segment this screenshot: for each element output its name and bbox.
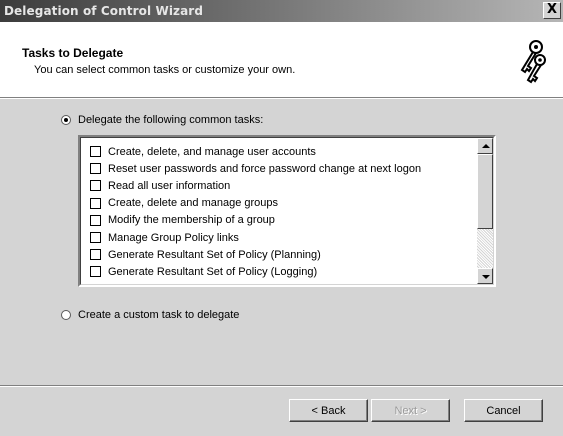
- cancel-button[interactable]: Cancel: [464, 399, 543, 422]
- title-bar[interactable]: Delegation of Control Wizard X: [0, 0, 563, 22]
- task-label: Create, delete, and manage user accounts: [108, 145, 316, 158]
- next-button-label: Next >: [394, 404, 427, 417]
- footer-separator: [0, 385, 563, 387]
- task-listbox-frame: Create, delete, and manage user accounts…: [80, 137, 494, 285]
- page-title: Tasks to Delegate: [22, 46, 124, 60]
- radio-button-selected[interactable]: [61, 115, 71, 125]
- task-list-scrollbar[interactable]: [477, 138, 493, 284]
- task-label: Generate Resultant Set of Policy (Planni…: [108, 248, 321, 261]
- radio-custom-task[interactable]: Create a custom task to delegate: [61, 309, 239, 321]
- radio-button-unselected[interactable]: [61, 310, 71, 320]
- task-label: Read all user information: [108, 179, 231, 192]
- task-label: Reset user passwords and force password …: [108, 162, 422, 175]
- task-item[interactable]: Reset user passwords and force password …: [90, 160, 475, 177]
- arrow-up-icon: [482, 144, 490, 148]
- task-item[interactable]: Generate Resultant Set of Policy (Planni…: [90, 246, 475, 263]
- task-label: Create, delete and manage groups: [108, 197, 279, 210]
- close-icon: X: [546, 2, 558, 17]
- task-checkbox[interactable]: [90, 214, 101, 226]
- keys-icon: [514, 36, 550, 84]
- header-separator: [0, 97, 563, 99]
- task-item[interactable]: Generate Resultant Set of Policy (Loggin…: [90, 263, 475, 280]
- task-item[interactable]: Read all user information: [90, 177, 475, 194]
- cancel-button-label: Cancel: [486, 404, 521, 417]
- task-item[interactable]: Create, delete and manage groups: [90, 195, 475, 212]
- scroll-track[interactable]: [477, 229, 493, 268]
- task-checkbox[interactable]: [90, 180, 101, 192]
- window-title: Delegation of Control Wizard: [4, 4, 204, 18]
- task-checkbox[interactable]: [90, 266, 101, 278]
- task-item[interactable]: Modify the membership of a group: [90, 212, 475, 229]
- scroll-thumb[interactable]: [477, 154, 493, 229]
- task-label: Generate Resultant Set of Policy (Loggin…: [108, 265, 318, 278]
- task-item[interactable]: Manage Group Policy links: [90, 229, 475, 246]
- wizard-header: Tasks to Delegate You can select common …: [0, 22, 563, 97]
- task-checkbox[interactable]: [90, 197, 101, 209]
- task-checkbox[interactable]: [90, 146, 101, 158]
- task-item[interactable]: Create, delete, and manage user accounts: [90, 143, 475, 160]
- wizard-window: Delegation of Control Wizard X Tasks to …: [0, 0, 563, 436]
- task-listbox[interactable]: Create, delete, and manage user accounts…: [78, 135, 496, 287]
- task-checkbox[interactable]: [90, 249, 101, 261]
- task-label: Manage Group Policy links: [108, 231, 239, 244]
- scroll-up-button[interactable]: [477, 138, 493, 154]
- next-button[interactable]: Next >: [371, 399, 450, 422]
- back-button[interactable]: < Back: [289, 399, 368, 422]
- task-list: Create, delete, and manage user accounts…: [90, 143, 475, 281]
- task-checkbox[interactable]: [90, 163, 101, 175]
- radio-custom-label: Create a custom task to delegate: [78, 309, 240, 321]
- task-checkbox[interactable]: [90, 232, 101, 244]
- close-button[interactable]: X: [543, 2, 561, 19]
- radio-common-tasks[interactable]: Delegate the following common tasks:: [61, 114, 263, 126]
- task-label: Modify the membership of a group: [108, 214, 275, 227]
- scroll-down-button[interactable]: [477, 268, 493, 284]
- page-subtitle: You can select common tasks or customize…: [34, 64, 296, 76]
- back-button-label: < Back: [311, 404, 346, 417]
- arrow-down-icon: [482, 275, 490, 279]
- radio-common-label: Delegate the following common tasks:: [78, 114, 264, 126]
